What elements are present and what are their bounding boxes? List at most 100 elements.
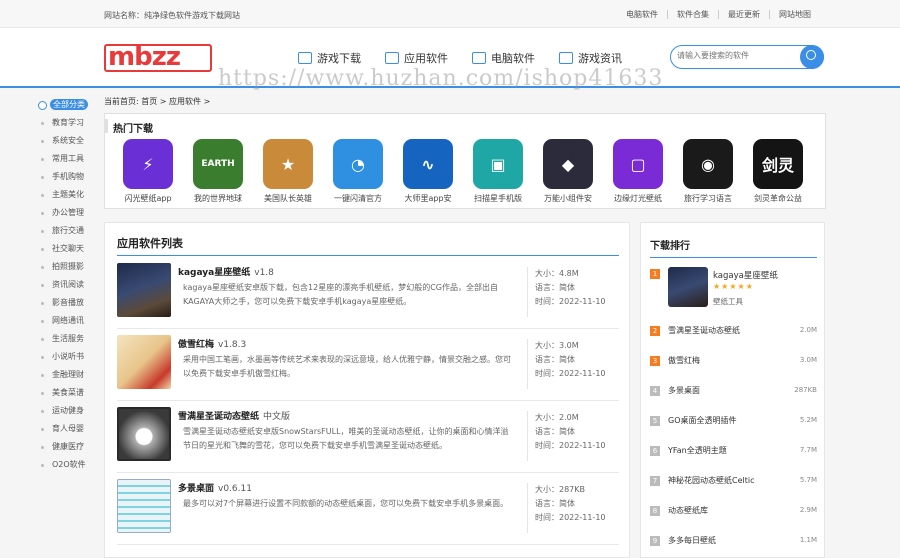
sidebar-item[interactable]: 运动健身 — [36, 402, 96, 420]
app-name[interactable]: 边缘灯光壁纸 — [603, 193, 673, 204]
toplink-pc-software[interactable]: 电脑软件 — [617, 10, 667, 19]
app-thumbnail[interactable] — [117, 335, 171, 389]
app-name[interactable]: 大师里app安 — [393, 193, 463, 204]
sidebar-item[interactable]: 美食菜谱 — [36, 384, 96, 402]
list-item[interactable]: 多景桌面 v0.6.11 最多可以对7个屏幕进行设置不同款额的动态壁纸桌面，您可以… — [117, 479, 619, 545]
sidebar-item[interactable]: 生活服务 — [36, 330, 96, 348]
sidebar-item-all[interactable]: 全部分类 — [36, 96, 96, 114]
nav-games[interactable]: 游戏下载 — [298, 50, 361, 66]
app-name[interactable]: 剑灵革命公益 — [743, 193, 813, 204]
list-item[interactable]: kagaya星座壁纸 v1.8 kagaya星座壁纸安卓版下载，包含12星座的漂亮… — [117, 263, 619, 329]
sidebar-item[interactable]: 网络通讯 — [36, 312, 96, 330]
app-name[interactable]: 动态壁纸库 — [668, 505, 708, 516]
app-name[interactable]: 扫描星手机版 — [463, 193, 533, 204]
app-size: 大小：2.0M — [535, 413, 579, 422]
site-logo[interactable]: mbzz — [104, 44, 212, 72]
rank-top-item[interactable]: 1 kagaya星座壁纸 ★★★★★ 壁纸工具 — [650, 267, 817, 313]
hot-app[interactable]: ◆ 万能小组件安 — [533, 139, 603, 204]
app-icon[interactable]: ▢ — [613, 139, 663, 189]
nav-pc[interactable]: 电脑软件 — [472, 50, 535, 66]
rank-item[interactable]: 4 多景桌面 287KB — [650, 383, 817, 401]
app-name[interactable]: 多景桌面 — [668, 385, 700, 396]
sidebar-item[interactable]: 资讯阅读 — [36, 276, 96, 294]
sidebar-item[interactable]: 教育学习 — [36, 114, 96, 132]
app-icon[interactable]: ◉ — [683, 139, 733, 189]
toplink-recent[interactable]: 最近更新 — [718, 10, 769, 19]
sidebar-item[interactable]: 健康医疗 — [36, 438, 96, 456]
app-name[interactable]: 多多每日壁纸 — [668, 535, 716, 546]
app-icon[interactable]: ◆ — [543, 139, 593, 189]
sidebar-item[interactable]: 主题美化 — [36, 186, 96, 204]
app-thumbnail[interactable] — [117, 263, 171, 317]
app-name[interactable]: 美国队长英雄 — [253, 193, 323, 204]
app-size: 287KB — [794, 386, 817, 394]
sidebar-item[interactable]: 影音播放 — [36, 294, 96, 312]
app-icon[interactable]: ⚡ — [123, 139, 173, 189]
sidebar-item[interactable]: 常用工具 — [36, 150, 96, 168]
sidebar-item[interactable]: 金融理财 — [36, 366, 96, 384]
rank-item[interactable]: 7 神秘花园动态壁纸Celtic 5.7M — [650, 473, 817, 491]
hot-app[interactable]: ◉ 旅行学习语言 — [673, 139, 743, 204]
hot-app[interactable]: ★ 美国队长英雄 — [253, 139, 323, 204]
nav-apps[interactable]: 应用软件 — [385, 50, 448, 66]
hot-app[interactable]: ◔ 一键闪清官方 — [323, 139, 393, 204]
app-name[interactable]: GO桌面全透明插件 — [668, 415, 737, 426]
list-item[interactable]: 傲雪红梅 v1.8.3 采用中国工笔画，水墨画等传统艺术来表现的深远意境，给人优雅… — [117, 335, 619, 401]
hot-app[interactable]: ▢ 边缘灯光壁纸 — [603, 139, 673, 204]
app-icon[interactable]: EARTH — [193, 139, 243, 189]
hot-app[interactable]: ∿ 大师里app安 — [393, 139, 463, 204]
app-icon[interactable]: ▣ — [473, 139, 523, 189]
sidebar-item[interactable]: 手机购物 — [36, 168, 96, 186]
sidebar-item[interactable]: 拍照摄影 — [36, 258, 96, 276]
app-icon[interactable]: ∿ — [403, 139, 453, 189]
app-time: 时间：2022-11-10 — [535, 513, 606, 522]
hot-app[interactable]: ▣ 扫描星手机版 — [463, 139, 533, 204]
app-name[interactable]: YFan全透明主题 — [668, 445, 727, 456]
rank-item[interactable]: 9 多多每日壁纸 1.1M — [650, 533, 817, 551]
app-name[interactable]: 多景桌面 v0.6.11 — [178, 481, 252, 494]
rank-item[interactable]: 8 动态壁纸库 2.9M — [650, 503, 817, 521]
nav-news[interactable]: 游戏资讯 — [559, 50, 622, 66]
search-button[interactable] — [800, 45, 824, 69]
app-size: 5.2M — [799, 416, 817, 424]
rank-item[interactable]: 2 雪满星圣诞动态壁纸 2.0M — [650, 323, 817, 341]
rank-item[interactable]: 5 GO桌面全透明插件 5.2M — [650, 413, 817, 431]
app-name[interactable]: 雪满星圣诞动态壁纸 中文版 — [178, 409, 290, 422]
sidebar-item[interactable]: 旅行交通 — [36, 222, 96, 240]
app-thumbnail[interactable] — [668, 267, 708, 307]
sidebar-item[interactable]: 育人母婴 — [36, 420, 96, 438]
app-name[interactable]: 万能小组件安 — [533, 193, 603, 204]
app-icon[interactable]: ◔ — [333, 139, 383, 189]
rank-number: 6 — [650, 446, 660, 456]
app-name[interactable]: 一键闪清官方 — [323, 193, 393, 204]
sidebar-item[interactable]: 办公管理 — [36, 204, 96, 222]
app-name[interactable]: 神秘花园动态壁纸Celtic — [668, 475, 755, 486]
app-name[interactable]: 雪满星圣诞动态壁纸 — [668, 325, 740, 336]
app-icon[interactable]: ★ — [263, 139, 313, 189]
sidebar-item[interactable]: O2O软件 — [36, 456, 96, 474]
nav-label: 应用软件 — [404, 52, 448, 65]
app-thumbnail[interactable] — [117, 479, 171, 533]
list-item[interactable]: 雪满星圣诞动态壁纸 中文版 雪满星圣诞动态壁纸安卓版SnowStarsFULL，唯… — [117, 407, 619, 473]
sidebar-item[interactable]: 社交聊天 — [36, 240, 96, 258]
rank-item[interactable]: 6 YFan全透明主题 7.7M — [650, 443, 817, 461]
app-name[interactable]: 旅行学习语言 — [673, 193, 743, 204]
app-name[interactable]: 我的世界地球 — [183, 193, 253, 204]
app-thumbnail[interactable] — [117, 407, 171, 461]
app-icon[interactable]: 剑灵 — [753, 139, 803, 189]
grid-icon — [385, 52, 399, 64]
rank-item[interactable]: 3 傲雪红梅 3.0M — [650, 353, 817, 371]
app-name[interactable]: 傲雪红梅 — [668, 355, 700, 366]
toplink-collection[interactable]: 软件合集 — [667, 10, 718, 19]
hot-app[interactable]: EARTH 我的世界地球 — [183, 139, 253, 204]
search-input[interactable] — [677, 51, 797, 60]
hot-app[interactable]: 剑灵 剑灵革命公益 — [743, 139, 813, 204]
app-name[interactable]: 闪光壁纸app — [113, 193, 183, 204]
sidebar-item[interactable]: 小说听书 — [36, 348, 96, 366]
toplink-sitemap[interactable]: 网站地图 — [769, 10, 820, 19]
app-name[interactable]: kagaya星座壁纸 v1.8 — [178, 265, 274, 278]
app-name[interactable]: 傲雪红梅 v1.8.3 — [178, 337, 246, 350]
sidebar-item[interactable]: 系统安全 — [36, 132, 96, 150]
app-name[interactable]: kagaya星座壁纸 — [713, 269, 778, 281]
hot-app[interactable]: ⚡ 闪光壁纸app — [113, 139, 183, 204]
